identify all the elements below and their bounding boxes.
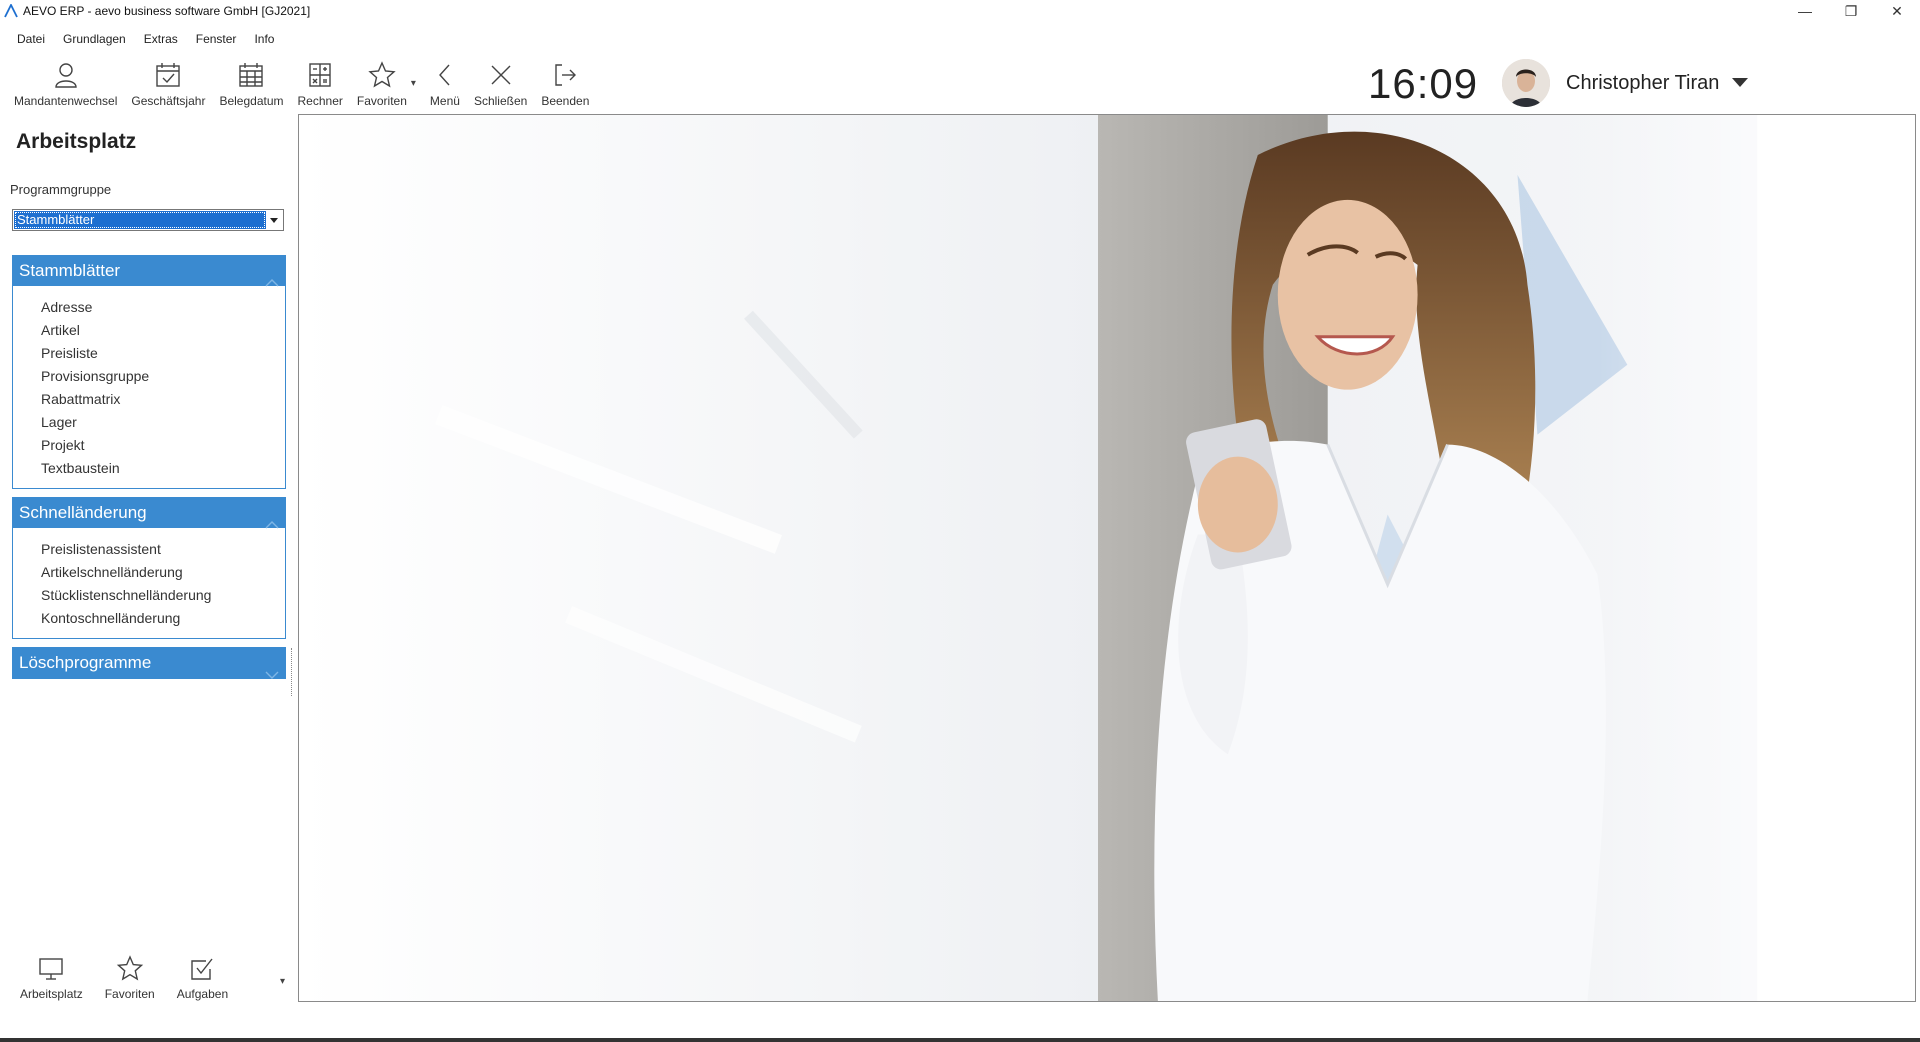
geschaeftsjahr-button[interactable]: Geschäftsjahr — [131, 60, 205, 108]
close-window-button[interactable]: ✕ — [1874, 0, 1920, 22]
programmgruppe-label: Programmgruppe — [10, 182, 112, 197]
section-loeschprogramme: Löschprogramme — [12, 647, 286, 679]
nav-aufgaben-label: Aufgaben — [176, 987, 229, 1001]
list-item-stuecklistenschnellaenderung[interactable]: Stücklistenschnelländerung — [41, 584, 285, 607]
section-title: Schnelländerung — [19, 503, 147, 522]
section-title: Löschprogramme — [19, 653, 152, 672]
star-icon — [368, 61, 396, 88]
title-bar: AEVO ERP - aevo business software GmbH [… — [0, 0, 1920, 22]
checkbox-icon — [191, 958, 213, 980]
section-header-schnellaenderung[interactable]: Schnelländerung — [13, 498, 285, 529]
menu-info[interactable]: Info — [245, 32, 283, 46]
calendar-check-icon — [156, 63, 181, 87]
menu-bar: Datei Grundlagen Extras Fenster Info — [0, 28, 283, 50]
belegdatum-button[interactable]: Belegdatum — [219, 60, 284, 108]
user-menu-caret-icon[interactable] — [1732, 78, 1748, 87]
nav-aufgaben-button[interactable]: Aufgaben — [177, 955, 228, 1001]
favoriten-label: Favoriten — [356, 94, 407, 108]
window-title: AEVO ERP - aevo business software GmbH [… — [23, 4, 311, 18]
mandantenwechsel-label: Mandantenwechsel — [14, 94, 118, 108]
section-header-loeschprogramme[interactable]: Löschprogramme — [13, 648, 285, 679]
chevron-up-icon[interactable] — [265, 267, 279, 287]
favoriten-dropdown-icon[interactable]: ▾ — [411, 78, 416, 89]
nav-arbeitsplatz-button[interactable]: Arbeitsplatz — [20, 955, 83, 1001]
background-image — [299, 115, 1915, 1001]
list-item-lager[interactable]: Lager — [41, 411, 285, 434]
panel-title: Arbeitsplatz — [16, 130, 137, 153]
menu-extras[interactable]: Extras — [135, 32, 187, 46]
programmgruppe-value: Stammblätter — [14, 211, 266, 229]
menue-label: Menü — [429, 94, 460, 108]
calendar-grid-icon — [239, 63, 264, 87]
select-dropdown-icon[interactable] — [266, 211, 282, 229]
nav-favoriten-button[interactable]: Favoriten — [105, 955, 155, 1001]
taskbar-edge — [0, 1038, 1920, 1042]
list-item-artikelschnellaenderung[interactable]: Artikelschnelländerung — [41, 561, 285, 584]
list-item-artikel[interactable]: Artikel — [41, 319, 285, 342]
left-panel: Arbeitsplatz Programmgruppe Stammblätter… — [0, 114, 298, 1014]
close-icon — [491, 65, 511, 85]
avatar[interactable] — [1502, 59, 1550, 107]
section-schnellaenderung: Schnelländerung Preislistenassistent Art… — [12, 497, 286, 639]
beenden-label: Beenden — [541, 94, 590, 108]
toolbar: Mandantenwechsel Geschäftsjahr Belegdatu… — [14, 60, 603, 112]
minimize-button[interactable]: — — [1782, 0, 1828, 22]
bottom-nav: Arbeitsplatz Favoriten Aufgaben — [20, 955, 250, 1001]
clock: 16:09 — [1368, 60, 1479, 107]
list-item-projekt[interactable]: Projekt — [41, 434, 285, 457]
list-item-kontoschnellaenderung[interactable]: Kontoschnelländerung — [41, 607, 285, 630]
main-content-area — [298, 114, 1916, 1002]
section-header-stammblaetter[interactable]: Stammblätter — [13, 256, 285, 287]
list-item-adresse[interactable]: Adresse — [41, 296, 285, 319]
restore-button[interactable]: ❐ — [1828, 0, 1874, 22]
schliessen-button[interactable]: Schließen — [474, 60, 527, 108]
nav-favoriten-label: Favoriten — [104, 987, 155, 1001]
list-item-rabattmatrix[interactable]: Rabattmatrix — [41, 388, 285, 411]
section-title: Stammblätter — [19, 261, 121, 280]
chevron-left-icon — [438, 64, 450, 86]
monitor-icon — [39, 958, 64, 980]
list-item-textbaustein[interactable]: Textbaustein — [41, 457, 285, 480]
list-item-preisliste[interactable]: Preisliste — [41, 342, 285, 365]
aevo-logo-icon — [4, 4, 18, 18]
list-item-preislistenassistent[interactable]: Preislistenassistent — [41, 538, 285, 561]
user-name[interactable]: Christopher Tiran — [1566, 72, 1719, 95]
chevron-down-icon[interactable] — [265, 659, 279, 679]
star-icon — [116, 955, 143, 981]
user-icon — [55, 63, 77, 88]
menu-fenster[interactable]: Fenster — [187, 32, 246, 46]
favoriten-button[interactable]: Favoriten — [357, 60, 407, 108]
menue-button[interactable]: Menü — [430, 60, 460, 108]
list-item-provisionsgruppe[interactable]: Provisionsgruppe — [41, 365, 285, 388]
schliessen-label: Schließen — [473, 94, 528, 108]
belegdatum-label: Belegdatum — [219, 94, 284, 108]
menu-datei[interactable]: Datei — [8, 32, 54, 46]
geschaeftsjahr-label: Geschäftsjahr — [131, 94, 206, 108]
calculator-icon — [309, 63, 331, 87]
rechner-button[interactable]: Rechner — [298, 60, 343, 108]
exit-icon — [555, 64, 577, 86]
rechner-label: Rechner — [297, 94, 343, 108]
menu-grundlagen[interactable]: Grundlagen — [54, 32, 135, 46]
mandantenwechsel-button[interactable]: Mandantenwechsel — [14, 60, 117, 108]
bottom-nav-more-icon[interactable]: ▾ — [280, 976, 285, 987]
chevron-up-icon[interactable] — [265, 509, 279, 529]
user-photo-icon — [1502, 59, 1550, 107]
programmgruppe-select[interactable]: Stammblätter — [12, 209, 284, 231]
beenden-button[interactable]: Beenden — [541, 60, 589, 108]
panel-splitter-handle[interactable] — [291, 648, 295, 696]
nav-arbeitsplatz-label: Arbeitsplatz — [20, 987, 83, 1001]
section-stammblaetter: Stammblätter Adresse Artikel Preisliste … — [12, 255, 286, 489]
